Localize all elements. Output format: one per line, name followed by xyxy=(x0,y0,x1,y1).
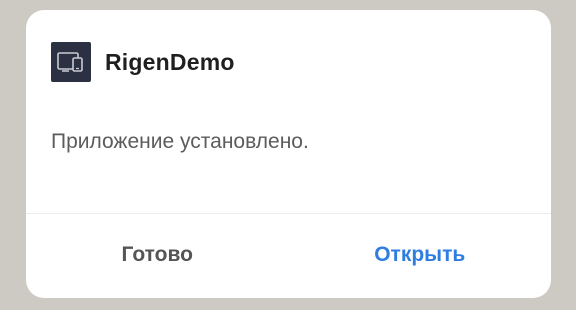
install-complete-dialog: RigenDemo Приложение установлено. Готово… xyxy=(26,10,551,298)
devices-icon xyxy=(51,42,91,82)
dialog-header: RigenDemo xyxy=(51,42,235,82)
done-button[interactable]: Готово xyxy=(26,214,289,298)
open-button[interactable]: Открыть xyxy=(289,214,552,298)
install-message: Приложение установлено. xyxy=(51,130,309,153)
dialog-actions: Готово Открыть xyxy=(26,214,551,298)
app-name: RigenDemo xyxy=(105,48,235,75)
